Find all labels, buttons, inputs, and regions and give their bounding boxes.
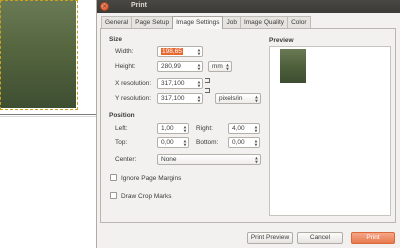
ignore-margins-label[interactable]: Ignore Page Margins [121, 175, 181, 182]
center-value: None [161, 156, 177, 163]
width-spin-arrows-icon[interactable]: ▲ ▼ [196, 47, 202, 56]
x-resolution-spinner[interactable]: 317,100 ▲ ▼ [157, 78, 203, 89]
print-preview-button[interactable]: Print Preview [247, 232, 293, 244]
preview-area [269, 46, 391, 216]
image-editor-canvas [0, 0, 96, 248]
bottom-label: Bottom: [196, 139, 219, 146]
canvas-divider [0, 114, 96, 115]
y-resolution-value[interactable]: 317,100 [158, 94, 196, 103]
chain-link-icon[interactable] [205, 78, 211, 108]
tab-color[interactable]: Color [287, 16, 311, 28]
close-icon[interactable]: × [100, 2, 109, 11]
crop-marks-label[interactable]: Draw Crop Marks [121, 193, 172, 200]
ignore-margins-checkbox[interactable] [110, 174, 117, 181]
resolution-unit-select[interactable]: pixels/in ▲ ▼ [215, 93, 261, 104]
crop-marks-checkbox[interactable] [110, 192, 117, 199]
tab-page-setup[interactable]: Page Setup [131, 16, 174, 28]
size-heading: Size [109, 36, 123, 43]
cancel-button[interactable]: Cancel [297, 232, 343, 244]
preview-heading: Preview [269, 37, 294, 44]
print-button[interactable]: Print [351, 232, 395, 244]
bottom-spinner[interactable]: 0,00 ▲ ▼ [228, 137, 260, 148]
height-spinner[interactable]: 280,99 ▲ ▼ [157, 61, 203, 72]
chevron-updown-icon: ▲ ▼ [255, 94, 258, 103]
top-spinner[interactable]: 0,00 ▲ ▼ [157, 137, 189, 148]
tab-image-settings[interactable]: Image Settings [172, 16, 224, 29]
left-value[interactable]: 1,00 [158, 124, 182, 133]
width-value[interactable]: 198,65 [161, 48, 183, 55]
print-dialog: × Print General Page Setup Image Setting… [96, 0, 400, 248]
height-value[interactable]: 280,99 [158, 62, 196, 71]
image-selection-border [0, 0, 78, 110]
right-spinner[interactable]: 4,00 ▲ ▼ [228, 123, 260, 134]
right-value[interactable]: 4,00 [229, 124, 253, 133]
preview-image [280, 49, 306, 83]
right-label: Right: [196, 125, 213, 132]
tab-job[interactable]: Job [222, 16, 241, 28]
tab-image-quality[interactable]: Image Quality [239, 16, 289, 28]
bottom-spin-arrows-icon[interactable]: ▲ ▼ [253, 138, 259, 147]
tab-bar: General Page Setup Image Settings Job Im… [101, 16, 311, 29]
x-resolution-spin-arrows-icon[interactable]: ▲ ▼ [196, 79, 202, 88]
left-spin-arrows-icon[interactable]: ▲ ▼ [182, 124, 188, 133]
size-unit-select[interactable]: mm ▲ ▼ [208, 61, 232, 72]
center-label: Center: [115, 156, 137, 163]
width-label: Width: [115, 48, 134, 55]
left-label: Left: [115, 125, 128, 132]
y-resolution-spin-arrows-icon[interactable]: ▲ ▼ [196, 94, 202, 103]
position-heading: Position [109, 112, 135, 119]
y-resolution-label: Y resolution: [115, 95, 152, 102]
size-unit-value: mm [212, 63, 223, 70]
height-spin-arrows-icon[interactable]: ▲ ▼ [196, 62, 202, 71]
top-spin-arrows-icon[interactable]: ▲ ▼ [182, 138, 188, 147]
top-label: Top: [115, 139, 128, 146]
bottom-value[interactable]: 0,00 [229, 138, 253, 147]
dialog-title: Print [131, 2, 147, 9]
canvas-divider-shadow [0, 116, 96, 117]
y-resolution-spinner[interactable]: 317,100 ▲ ▼ [157, 93, 203, 104]
chevron-updown-icon: ▲ ▼ [255, 155, 258, 164]
left-spinner[interactable]: 1,00 ▲ ▼ [157, 123, 189, 134]
width-spinner[interactable]: 198,65 ▲ ▼ [157, 46, 203, 57]
tab-general[interactable]: General [101, 16, 133, 28]
top-value[interactable]: 0,00 [158, 138, 182, 147]
center-select[interactable]: None ▲ ▼ [157, 154, 261, 165]
right-spin-arrows-icon[interactable]: ▲ ▼ [253, 124, 259, 133]
x-resolution-value[interactable]: 317,100 [158, 79, 196, 88]
resolution-unit-value: pixels/in [219, 95, 243, 102]
dialog-titlebar: × Print [97, 0, 400, 13]
height-label: Height: [115, 63, 136, 70]
chevron-updown-icon: ▲ ▼ [226, 62, 229, 71]
x-resolution-label: X resolution: [115, 80, 152, 87]
